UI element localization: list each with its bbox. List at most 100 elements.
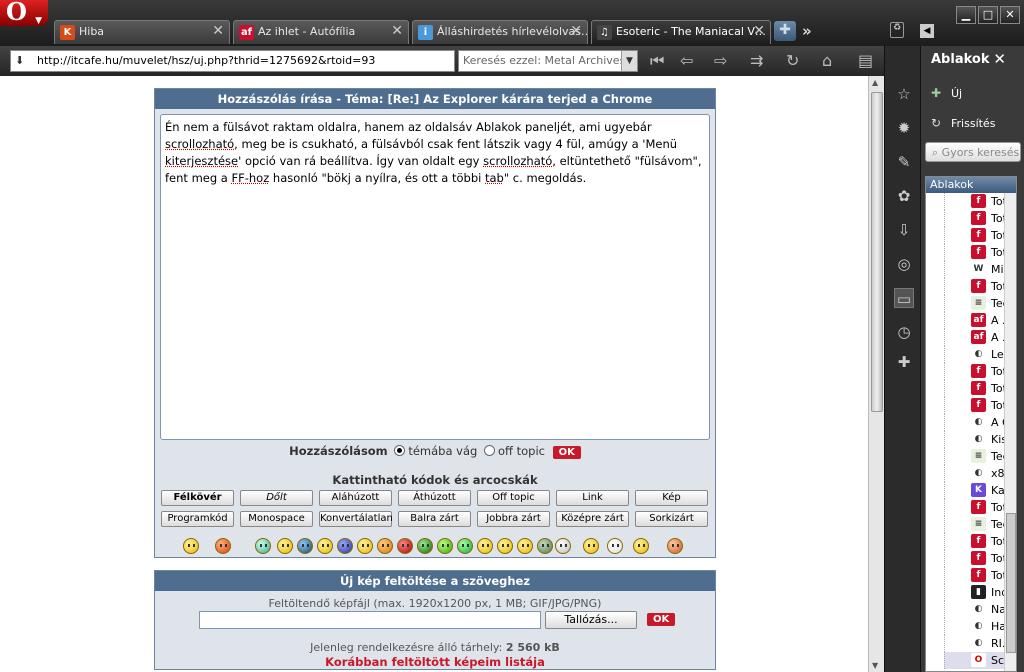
widgets-icon[interactable]: ✹ [894, 118, 914, 138]
shocked-smiley-icon[interactable] [607, 538, 623, 554]
unconverted-button[interactable]: Konvertálatlan [319, 511, 393, 527]
address-bar[interactable]: ⬇ http://itcafe.hu/muvelet/hsz/uj.php?thr… [10, 50, 455, 72]
offtopic-button[interactable]: Off topic [477, 490, 550, 506]
tab-esoteric[interactable]: ♫ Esoteric - The Maniacal V… ✕ [591, 20, 771, 44]
f-favicon-icon: f [971, 211, 986, 225]
devil-smiley-icon[interactable] [397, 538, 413, 554]
sick-smiley-icon[interactable] [417, 538, 433, 554]
skull-smiley-icon[interactable] [555, 538, 571, 554]
submit-button[interactable]: OK [552, 446, 581, 459]
text-segment: tab [485, 171, 504, 185]
close-icon[interactable]: ✕ [570, 23, 582, 39]
forward-icon[interactable]: ⇨ [714, 52, 727, 70]
bricks-smiley-icon[interactable] [667, 538, 683, 554]
home-icon[interactable]: ⌂ [822, 52, 832, 70]
image-button[interactable]: Kép [635, 490, 708, 506]
tab-hiba[interactable]: K Hiba ✕ [54, 20, 230, 44]
fast-forward-icon[interactable]: ⇉ [750, 52, 763, 70]
previous-images-link[interactable]: Korábban feltöltött képeim listája [155, 655, 715, 669]
af-favicon-icon: af [971, 313, 986, 327]
k-favicon-icon: K [971, 483, 986, 497]
trash-icon[interactable]: ♻ [890, 22, 904, 38]
laugh-smiley-icon[interactable] [477, 538, 493, 554]
page-scrollbar[interactable]: ▲ ▼ [868, 76, 884, 672]
align-center-button[interactable]: Középre zárt [556, 511, 629, 527]
chevron-down-icon[interactable]: ▼ [621, 51, 637, 71]
code-button[interactable]: Programkód [161, 511, 234, 527]
close-window-button[interactable]: ✕ [1000, 6, 1020, 24]
link-button[interactable]: Link [556, 490, 629, 506]
smiley-icon[interactable] [183, 538, 199, 554]
scrollbar-thumb[interactable] [871, 92, 883, 412]
tongue-smiley-icon[interactable] [497, 538, 513, 554]
refresh-button[interactable]: ↻ Frissítés [931, 116, 995, 130]
upload-ok-button[interactable]: OK [647, 613, 676, 626]
panel-search-input[interactable]: ⌕ Gyors keresés [925, 142, 1021, 162]
history-icon[interactable]: ◷ [894, 322, 914, 342]
doc-favicon-icon: ≡ [971, 517, 986, 531]
confused-smiley-icon[interactable] [357, 538, 373, 554]
ie-favicon-icon: ◐ [971, 415, 986, 429]
wink-smiley-icon[interactable] [317, 538, 333, 554]
unite-icon[interactable]: ✿ [894, 186, 914, 206]
search-field[interactable]: Keresés ezzel: Metal Archives ▼ [458, 50, 638, 72]
windows-panel-icon[interactable]: ▭ [894, 288, 914, 308]
zombie-smiley-icon[interactable] [537, 538, 553, 554]
tab-allashirdetes[interactable]: i Álláshirdetés hírlevélolvas… ✕ [412, 20, 588, 44]
browser-titlebar: O ▼ K Hiba ✕ af Az ihlet - Autófília ✕ i Állás… [0, 0, 1024, 46]
whistle-smiley-icon[interactable] [583, 538, 599, 554]
add-panel-icon[interactable]: ✚ [894, 352, 914, 372]
panel-toggle-icon[interactable]: ◀ [920, 24, 934, 38]
blush-smiley-icon[interactable] [377, 538, 393, 554]
underline-button[interactable]: Aláhúzott [319, 490, 392, 506]
browse-button[interactable]: Tallózás... [545, 611, 637, 629]
list-scrollbar[interactable] [1004, 193, 1016, 671]
monospace-button[interactable]: Monospace [240, 511, 313, 527]
bookmarks-icon[interactable]: ☆ [894, 84, 914, 104]
downloads-icon[interactable]: ⇩ [894, 220, 914, 240]
close-icon[interactable]: ✕ [391, 23, 403, 39]
happy-smiley-icon[interactable] [517, 538, 533, 554]
text-segment: scrollozható [165, 137, 235, 151]
notes-icon[interactable]: ✎ [894, 152, 914, 172]
scroll-up-icon[interactable]: ▲ [872, 78, 878, 87]
minimize-button[interactable]: ▁ [956, 6, 976, 24]
maximize-button[interactable]: □ [978, 6, 998, 24]
close-icon[interactable]: ✕ [753, 23, 765, 39]
radio-offtopic[interactable] [483, 445, 495, 456]
rewind-icon[interactable]: ⏮ [650, 52, 664, 70]
angry-smiley-icon[interactable] [215, 538, 231, 554]
back-icon[interactable]: ⇦ [680, 52, 693, 70]
sad-smiley-icon[interactable] [337, 538, 353, 554]
nerd-smiley-icon[interactable] [277, 538, 293, 554]
italic-button[interactable]: Dőlt [240, 490, 313, 506]
ie-favicon-icon: ◐ [971, 432, 986, 446]
tab-overflow-icon[interactable]: » [802, 22, 812, 40]
scrollbar-thumb[interactable] [1006, 513, 1016, 653]
scroll-down-icon[interactable]: ▼ [872, 661, 878, 670]
new-tab-button[interactable]: ✚ [774, 21, 796, 41]
strikethrough-button[interactable]: Áthúzott [398, 490, 471, 506]
sleepy-smiley-icon[interactable] [633, 538, 649, 554]
ie-favicon-icon: ◐ [971, 619, 986, 633]
radio-ontopic[interactable] [394, 445, 406, 456]
green-smiley-icon[interactable] [457, 538, 473, 554]
align-right-button[interactable]: Jobbra zárt [477, 511, 550, 527]
alien-smiley-icon[interactable] [437, 538, 453, 554]
cool-smiley-icon[interactable] [297, 538, 313, 554]
close-icon[interactable]: ✕ [212, 23, 224, 39]
reload-icon[interactable]: ↻ [786, 52, 799, 70]
justify-button[interactable]: Sorkizárt [635, 511, 708, 527]
grin-smiley-icon[interactable] [255, 538, 271, 554]
align-left-button[interactable]: Balra zárt [398, 511, 471, 527]
text-segment: FF-hoz [231, 171, 270, 185]
transfers-icon[interactable]: ◎ [894, 254, 914, 274]
post-textarea[interactable]: Én nem a fülsávot raktam oldalra, hanem … [160, 114, 710, 440]
new-window-button[interactable]: ✚ Új [931, 86, 962, 100]
bold-button[interactable]: Félkövér [161, 490, 234, 506]
opera-menu-button[interactable]: O ▼ [0, 0, 48, 26]
file-input[interactable] [199, 611, 541, 629]
notes-icon[interactable]: ▤ [858, 52, 873, 70]
tab-autofilia[interactable]: af Az ihlet - Autófília ✕ [233, 20, 409, 44]
close-icon[interactable]: ✕ [993, 50, 1006, 68]
